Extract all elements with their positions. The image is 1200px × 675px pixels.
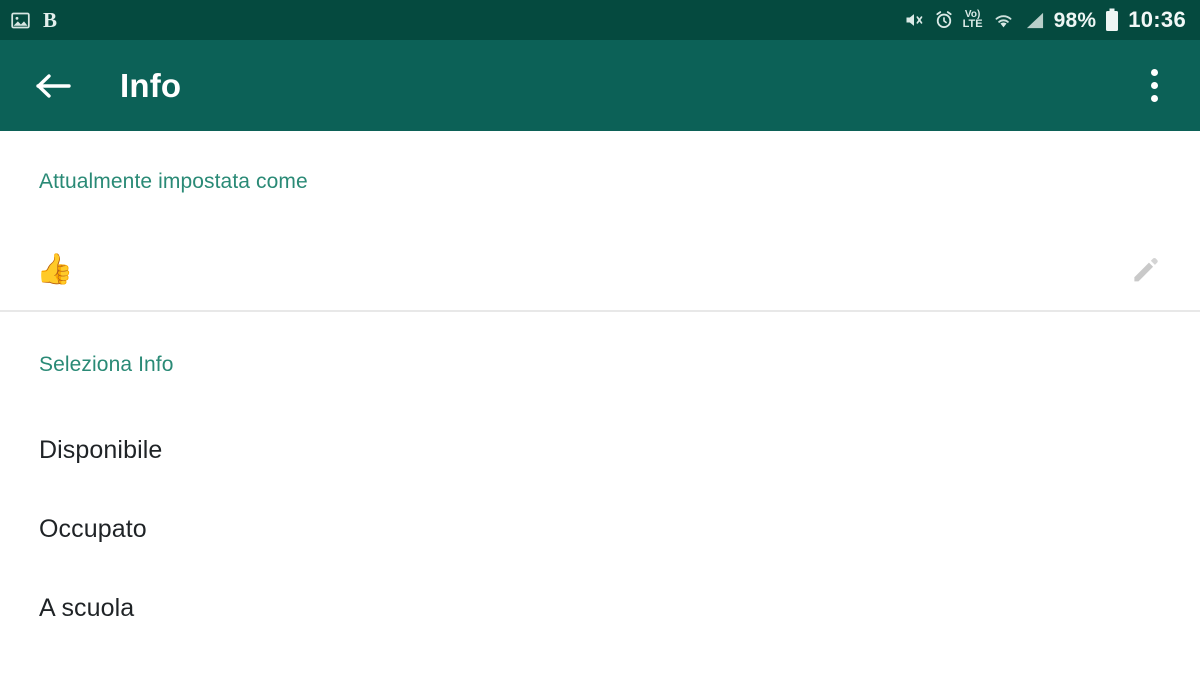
current-status-section-title: Attualmente impostata come	[39, 170, 308, 193]
edit-pencil-icon[interactable]	[1122, 247, 1168, 293]
status-option-a-scuola[interactable]: A scuola	[0, 569, 1200, 648]
back-button[interactable]	[28, 60, 80, 112]
alarm-icon	[934, 10, 954, 30]
status-option-label: A scuola	[39, 594, 135, 622]
bluetooth-letter-icon: B	[43, 7, 58, 32]
wifi-icon	[992, 11, 1015, 30]
status-option-label: Occupato	[39, 515, 147, 543]
cellular-signal-icon	[1024, 11, 1045, 30]
content-area: Attualmente impostata come 👍 Seleziona I…	[0, 131, 1200, 675]
overflow-menu-button[interactable]	[1130, 56, 1178, 116]
overflow-dot	[1150, 82, 1158, 89]
overflow-dot	[1150, 95, 1158, 102]
status-bar-left-icons: B	[10, 7, 58, 32]
status-bar-clock: 10:36	[1128, 7, 1186, 32]
mute-icon	[903, 10, 925, 30]
whatsapp-info-screen: B Vo) LTE 98% 10:36 Info Attualmente imp…	[0, 0, 1200, 675]
volte-icon: Vo) LTE	[962, 10, 983, 30]
battery-percent-label: 98%	[1053, 8, 1097, 32]
app-toolbar: Info	[0, 40, 1200, 131]
status-option-al-cinema[interactable]: Al cinema	[0, 648, 1200, 675]
screenshot-icon	[10, 10, 31, 31]
status-option-disponibile[interactable]: Disponibile	[0, 411, 1200, 490]
current-status-row[interactable]: 👍	[0, 229, 1200, 311]
page-title: Info	[120, 66, 182, 104]
status-option-occupato[interactable]: Occupato	[0, 490, 1200, 569]
status-option-label: Disponibile	[39, 436, 163, 464]
status-bar-right-icons: Vo) LTE 98% 10:36	[903, 8, 1186, 32]
thumbs-up-emoji-icon: 👍	[36, 253, 74, 286]
status-options-list: Disponibile Occupato A scuola Al cinema	[0, 411, 1200, 675]
volte-line2: LTE	[962, 17, 983, 30]
battery-icon	[1105, 8, 1119, 32]
section-divider	[0, 310, 1200, 312]
android-status-bar: B Vo) LTE 98% 10:36	[0, 0, 1200, 40]
overflow-dot	[1150, 69, 1158, 76]
select-status-section-title: Seleziona Info	[39, 353, 174, 376]
